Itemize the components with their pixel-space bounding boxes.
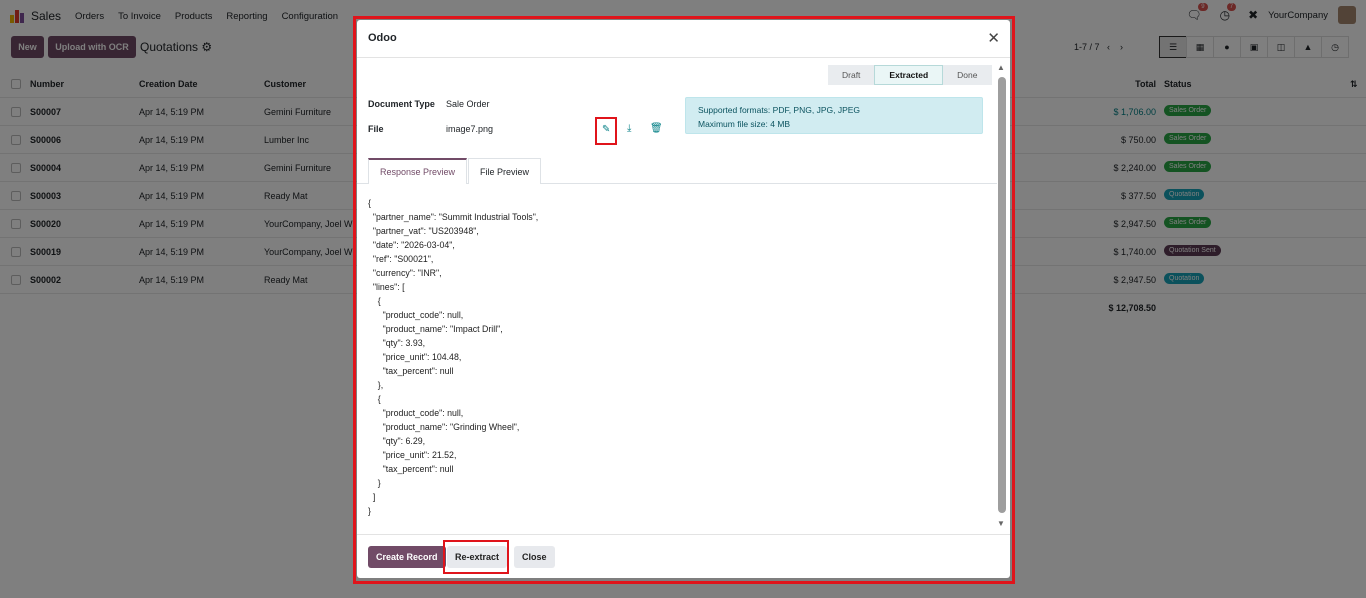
- alert-formats: Supported formats: PDF, PNG, JPG, JPEG: [698, 105, 861, 115]
- format-info-alert: Supported formats: PDF, PNG, JPG, JPEG M…: [685, 97, 983, 134]
- modal-title: Odoo: [368, 32, 397, 44]
- document-type-label: Document Type: [368, 99, 435, 109]
- pencil-edit-icon[interactable]: ✎: [602, 124, 610, 135]
- create-record-button[interactable]: Create Record: [368, 546, 446, 568]
- status-step-done[interactable]: Done: [943, 65, 992, 85]
- scroll-down-icon[interactable]: ▼: [997, 519, 1005, 528]
- alert-size: Maximum file size: 4 MB: [698, 119, 791, 129]
- scroll-thumb[interactable]: [998, 77, 1006, 513]
- status-bar: Draft Extracted Done: [828, 65, 992, 85]
- status-step-draft[interactable]: Draft: [828, 65, 875, 85]
- response-json: { "partner_name": "Summit Industrial Too…: [368, 198, 539, 516]
- close-icon[interactable]: ✕: [987, 29, 1000, 47]
- trash-icon[interactable]: 🗑: [650, 123, 663, 134]
- download-icon[interactable]: ⤓: [627, 123, 631, 134]
- reextract-button[interactable]: Re-extract: [447, 546, 508, 568]
- preview-tabs: Response Preview File Preview: [357, 158, 997, 184]
- modal-scrollbar[interactable]: ▲ ▼: [997, 63, 1007, 530]
- file-label: File: [368, 124, 384, 134]
- status-step-extracted[interactable]: Extracted: [874, 65, 944, 85]
- document-type-value[interactable]: Sale Order: [446, 99, 490, 109]
- tab-file-preview[interactable]: File Preview: [468, 158, 542, 184]
- tab-response-preview[interactable]: Response Preview: [368, 158, 468, 184]
- file-value: image7.png: [446, 124, 494, 134]
- close-button[interactable]: Close: [514, 546, 555, 568]
- scroll-up-icon[interactable]: ▲: [997, 63, 1005, 72]
- modal-footer: Create Record Re-extract Close: [357, 534, 1010, 578]
- ocr-dialog: Odoo ✕ Draft Extracted Done Document Typ…: [357, 20, 1010, 578]
- modal-header: Odoo ✕: [357, 20, 1010, 58]
